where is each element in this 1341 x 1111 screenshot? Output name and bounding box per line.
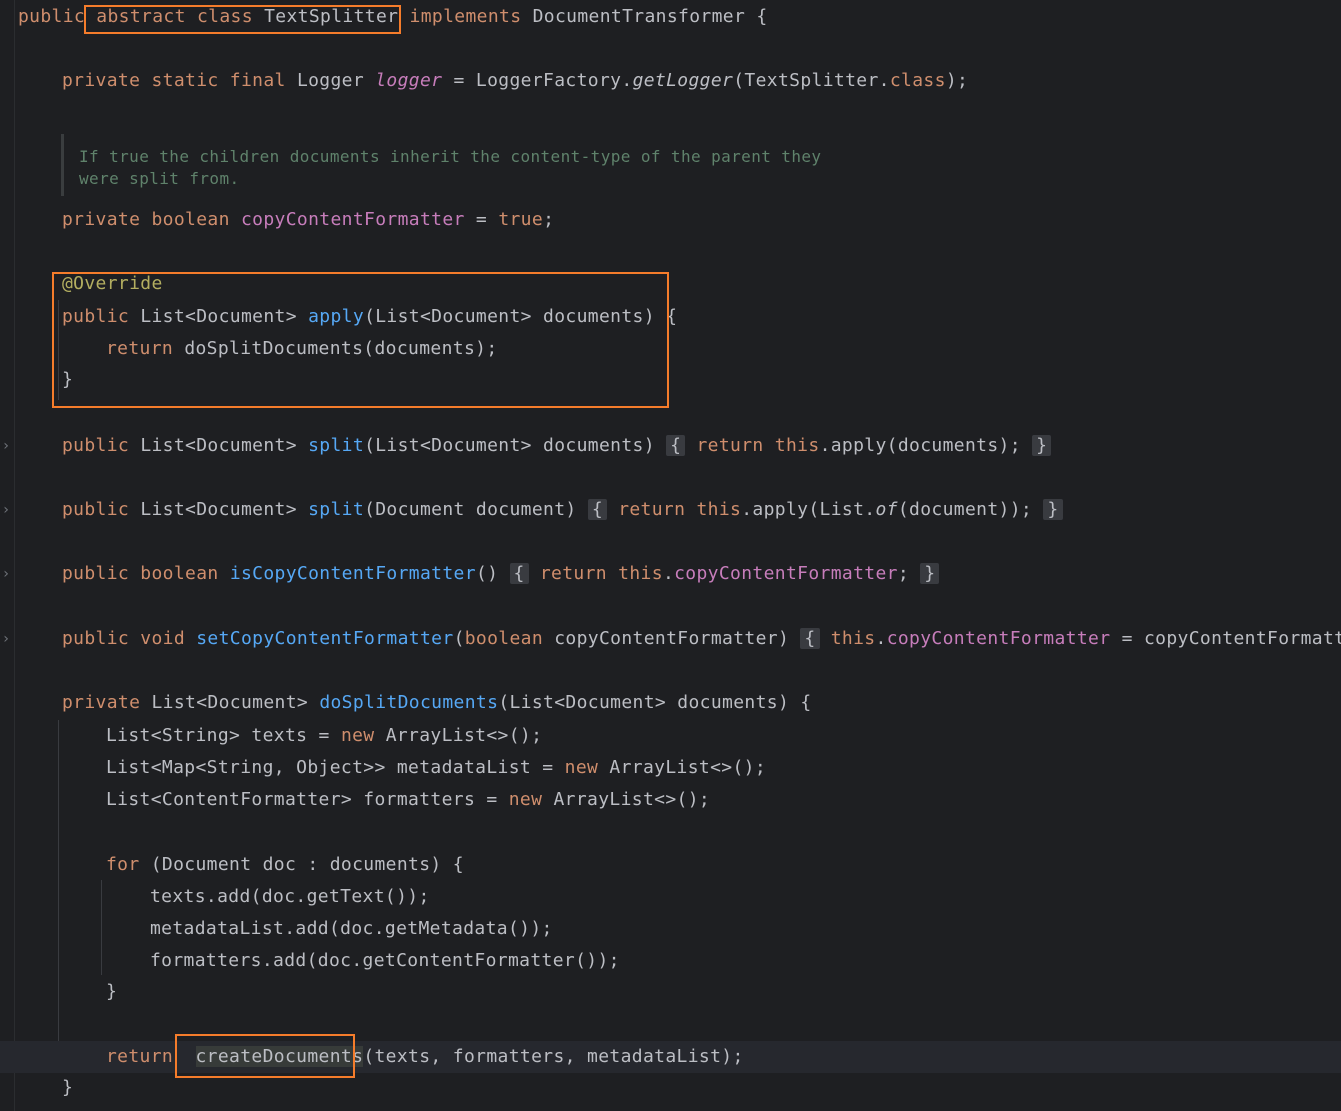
code-line-for-close[interactable]: } <box>106 976 117 1008</box>
code-line-field[interactable]: private boolean copyContentFormatter = t… <box>62 204 554 236</box>
code-line-close[interactable]: } <box>62 364 73 396</box>
code-line-texts-add[interactable]: texts.add(doc.getText()); <box>150 881 430 913</box>
indent-guide <box>58 300 59 400</box>
fold-marker-icon[interactable]: › <box>0 430 12 462</box>
indent-guide <box>58 720 59 1070</box>
fold-marker-icon[interactable]: › <box>0 558 12 590</box>
code-line-metadata-list[interactable]: List<Map<String, Object>> metadataList =… <box>106 752 766 784</box>
code-line-return-create[interactable]: return createDocuments(texts, formatters… <box>106 1041 744 1073</box>
code-editor[interactable]: public abstract class TextSplitter imple… <box>0 0 1341 1111</box>
code-line-split-doc[interactable]: public List<Document> split(Document doc… <box>62 494 1063 526</box>
gutter-divider <box>14 0 15 1111</box>
code-line-formatters-add[interactable]: formatters.add(doc.getContentFormatter()… <box>150 945 620 977</box>
doc-comment-line-2: were split from. <box>79 169 240 188</box>
fold-marker-icon[interactable]: › <box>0 623 12 655</box>
code-line-return-split[interactable]: return doSplitDocuments(documents); <box>106 333 498 365</box>
doc-comment-line-1: If true the children documents inherit t… <box>79 147 822 166</box>
code-line-split-list[interactable]: public List<Document> split(List<Documen… <box>62 430 1052 462</box>
code-line-logger[interactable]: private static final Logger logger = Log… <box>62 65 968 97</box>
code-line-texts[interactable]: List<String> texts = new ArrayList<>(); <box>106 720 542 752</box>
code-line-is-copy[interactable]: public boolean isCopyContentFormatter() … <box>62 558 940 590</box>
code-line-annotation[interactable]: @Override <box>62 268 163 300</box>
doc-comment-bar <box>61 134 64 196</box>
code-line-formatters[interactable]: List<ContentFormatter> formatters = new … <box>106 784 710 816</box>
code-line-set-copy[interactable]: public void setCopyContentFormatter(bool… <box>62 623 1341 655</box>
fold-marker-icon[interactable]: › <box>0 494 12 526</box>
code-line-do-split[interactable]: private List<Document> doSplitDocuments(… <box>62 687 812 719</box>
code-line-apply[interactable]: public List<Document> apply(List<Documen… <box>62 301 677 333</box>
indent-guide <box>101 880 102 975</box>
code-line-method-close[interactable]: } <box>62 1072 73 1104</box>
code-line-for[interactable]: for (Document doc : documents) { <box>106 849 464 881</box>
code-line-metadata-add[interactable]: metadataList.add(doc.getMetadata()); <box>150 913 553 945</box>
code-line-class-decl[interactable]: public abstract class TextSplitter imple… <box>18 1 768 33</box>
